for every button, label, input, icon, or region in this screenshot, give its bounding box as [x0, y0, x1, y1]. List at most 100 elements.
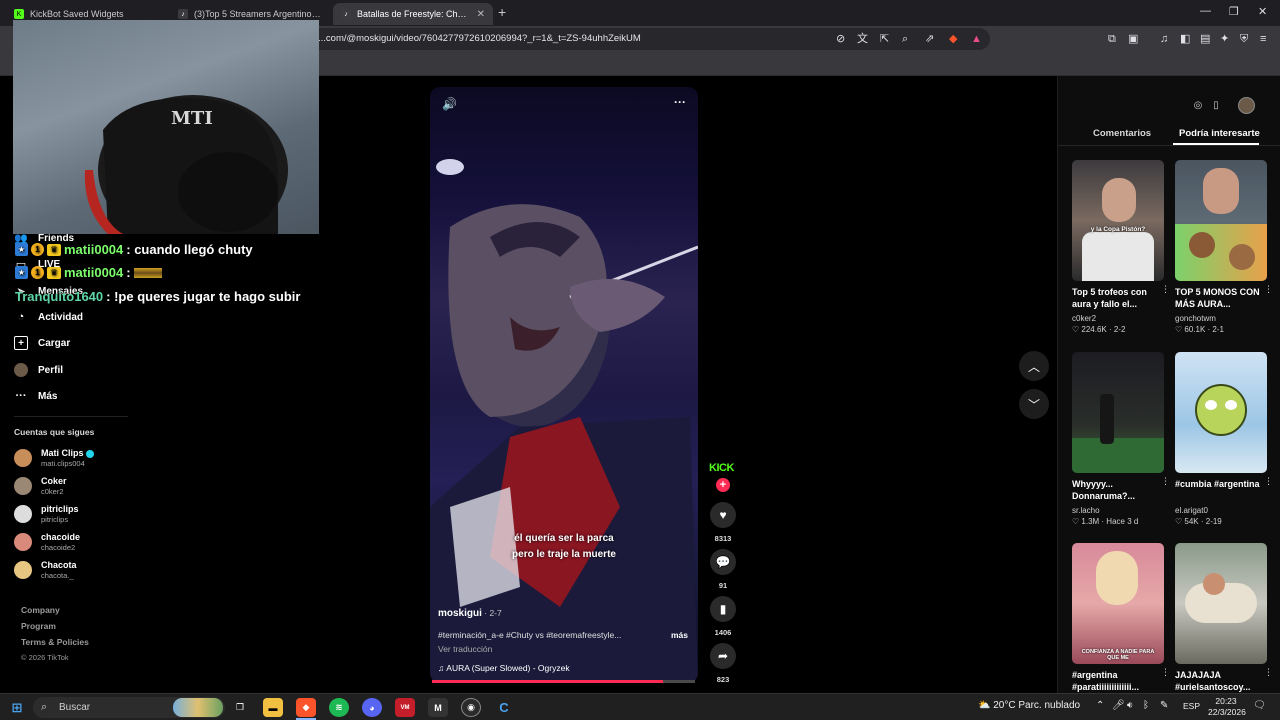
new-tab-icon[interactable]: + [498, 4, 506, 20]
previous-video-button[interactable]: ︿ [1019, 351, 1049, 381]
card-menu-icon[interactable]: ⋮ [1264, 667, 1273, 678]
app-c-icon[interactable]: C [494, 698, 514, 717]
more-options-icon[interactable]: ··· [674, 95, 686, 109]
zoom-icon[interactable]: ⌕ [902, 32, 908, 46]
media-icon[interactable]: ♫ [1160, 32, 1168, 46]
video-author[interactable]: moskigui · 2-7 [438, 608, 502, 619]
file-explorer-icon[interactable]: ▬ [263, 698, 283, 717]
vpn-icon[interactable]: ⛨ [1240, 32, 1248, 46]
bluetooth-icon[interactable]: ᛒ [1143, 700, 1149, 711]
card-title: #argentina #paratiiiiiiiiiiiii... [1072, 670, 1140, 692]
clock[interactable]: 20:23 22/3/2026 [1208, 696, 1246, 718]
tab-title: Batallas de Freestyle: Chuty vs Te [357, 9, 471, 19]
brave-browser-icon[interactable]: ◆ [296, 698, 316, 717]
tab-batallas[interactable]: ♪ Batallas de Freestyle: Chuty vs Te ✕ [333, 3, 493, 25]
like-button[interactable]: ♥ [710, 502, 736, 528]
video-progress-bar[interactable] [432, 680, 695, 683]
card-menu-icon[interactable]: ⋮ [1161, 284, 1170, 295]
spotify-icon[interactable]: ≋ [329, 698, 349, 717]
crown-badge-icon: ♛ [47, 266, 61, 279]
footer-link-program[interactable]: Program [21, 621, 56, 631]
recommended-video-card[interactable]: y la Copa Pistón? Top 5 trofeos con aura… [1072, 160, 1170, 334]
share-button[interactable]: ➦ [710, 643, 736, 669]
obs-icon[interactable]: ◉ [461, 698, 481, 717]
translate-link[interactable]: Ver traducción [438, 644, 492, 654]
leo-ai-icon[interactable]: ✦ [1220, 32, 1229, 46]
menu-icon[interactable]: ≡ [1260, 32, 1266, 46]
sidebar-item-cargar[interactable]: + Cargar [14, 336, 70, 350]
voicemeeter-icon[interactable]: VM [395, 698, 415, 717]
video-player[interactable]: 🔊 ··· él quería ser la parca pero le tra… [430, 87, 698, 683]
phone-icon[interactable]: ▯ [1209, 98, 1223, 112]
verified-icon [85, 449, 94, 458]
close-window-icon[interactable]: ✕ [1258, 5, 1267, 18]
recommended-video-card[interactable]: CONFIANZA A NADIE PARA QUE ME #argentina… [1072, 543, 1170, 693]
compass-icon[interactable]: ◎ [1191, 98, 1205, 112]
translate-icon[interactable]: 文 [857, 32, 868, 46]
wallet-icon[interactable]: ▤ [1200, 32, 1210, 46]
following-account[interactable]: Mati Clips mati.clips004 [14, 448, 94, 468]
microphone-icon[interactable]: 🎤︎ [1112, 700, 1125, 711]
card-menu-icon[interactable]: ⋮ [1161, 667, 1170, 678]
video-thumbnail [1175, 160, 1267, 281]
url-text: ...com/@moskigui/video/76042779726102069… [318, 33, 641, 44]
reader-icon[interactable]: ▣ [1128, 32, 1138, 46]
video-thumbnail: CONFIANZA A NADIE PARA QUE ME [1072, 543, 1164, 664]
weather-widget[interactable]: ⛅ 20°C Parc. nublado [978, 700, 1080, 711]
recommended-video-card[interactable]: #cumbia #argentina el.arigat0 ♡ 54K · 2-… [1175, 352, 1273, 526]
webcam-image [84, 95, 288, 234]
discord-icon[interactable]: ◕ [362, 698, 382, 717]
account-handle: pitriclips [41, 515, 69, 524]
no-tracking-icon[interactable]: ⊘ [836, 32, 845, 46]
following-account[interactable]: Chacota chacota._ [14, 560, 77, 580]
following-account[interactable]: Coker c0ker2 [14, 476, 67, 496]
sidebar-toggle-icon[interactable]: ◧ [1180, 32, 1190, 46]
minimize-icon[interactable]: — [1200, 5, 1211, 17]
next-video-button[interactable]: ﹀ [1019, 389, 1049, 419]
windows-start-icon[interactable]: ⊞ [7, 698, 27, 717]
card-menu-icon[interactable]: ⋮ [1264, 476, 1273, 487]
brave-rewards-icon[interactable]: ▲ [971, 32, 982, 46]
restore-icon[interactable]: ❐ [1229, 5, 1239, 18]
extensions-icon[interactable]: ⧉ [1108, 32, 1116, 46]
tabs-divider [1058, 145, 1280, 146]
brave-shield-icon[interactable]: ◆ [949, 32, 957, 46]
kickbot-icon[interactable]: M [428, 698, 448, 717]
recommended-video-card[interactable]: Whyyyy... Donnaruma?... sr.lacho ♡ 1.3M … [1072, 352, 1170, 526]
sub-badge-icon: ★ [15, 266, 28, 279]
card-menu-icon[interactable]: ⋮ [1161, 476, 1170, 487]
account-handle: c0ker2 [41, 487, 64, 496]
following-account[interactable]: chacoide chacoide2 [14, 532, 80, 552]
comment-count: 91 [718, 581, 728, 590]
footer-link-terms[interactable]: Terms & Policies [21, 637, 89, 647]
taskbar-search[interactable]: ⌕ Buscar [33, 697, 225, 718]
sidebar-item-perfil[interactable]: Perfil [14, 363, 63, 377]
pen-icon[interactable]: ✎ [1160, 700, 1168, 711]
sidebar-item-mas[interactable]: ··· Más [14, 389, 58, 403]
language-indicator[interactable]: ESP [1183, 701, 1200, 711]
caption-more-link[interactable]: más [671, 630, 688, 640]
save-button[interactable]: ▮ [710, 596, 736, 622]
card-menu-icon[interactable]: ⋮ [1264, 284, 1273, 295]
comment-button[interactable]: 💬 [710, 549, 736, 575]
creator-avatar-kick[interactable]: KICK [709, 462, 734, 474]
tab-close-icon[interactable]: ✕ [477, 9, 485, 20]
chevron-up-icon[interactable]: ⌃ [1096, 700, 1104, 711]
tab-comentarios[interactable]: Comentarios [1093, 128, 1151, 139]
account-name: Mati Clips [41, 448, 84, 458]
footer-link-company[interactable]: Company [21, 605, 60, 615]
open-external-icon[interactable]: ⇱ [880, 32, 889, 46]
recommended-video-card[interactable]: TOP 5 MONOS CON MÁS AURA... gonchotwm ♡ … [1175, 160, 1273, 334]
notification-icon[interactable]: 🗨︎ [1253, 700, 1266, 711]
volume-icon[interactable]: 🔉︎ [1127, 700, 1133, 711]
following-account[interactable]: pitriclips pitriclips [14, 504, 79, 524]
share-icon[interactable]: ⇗ [925, 32, 934, 46]
avatar[interactable] [1238, 97, 1255, 114]
tab-podria-interesarte[interactable]: Podría interesarte [1179, 128, 1260, 139]
sidebar-item-actividad[interactable]: ◔ Actividad [14, 310, 83, 324]
follow-plus-icon[interactable]: + [716, 478, 730, 492]
volume-icon[interactable]: 🔊 [442, 97, 457, 111]
recommended-video-card[interactable]: JAJAJAJA #urielsantoscoy... ⋮ [1175, 543, 1273, 693]
music-link[interactable]: ♫ AURA (Super Slowed) - Ogryzek [438, 663, 570, 673]
task-view-icon[interactable]: ❐ [230, 698, 250, 717]
